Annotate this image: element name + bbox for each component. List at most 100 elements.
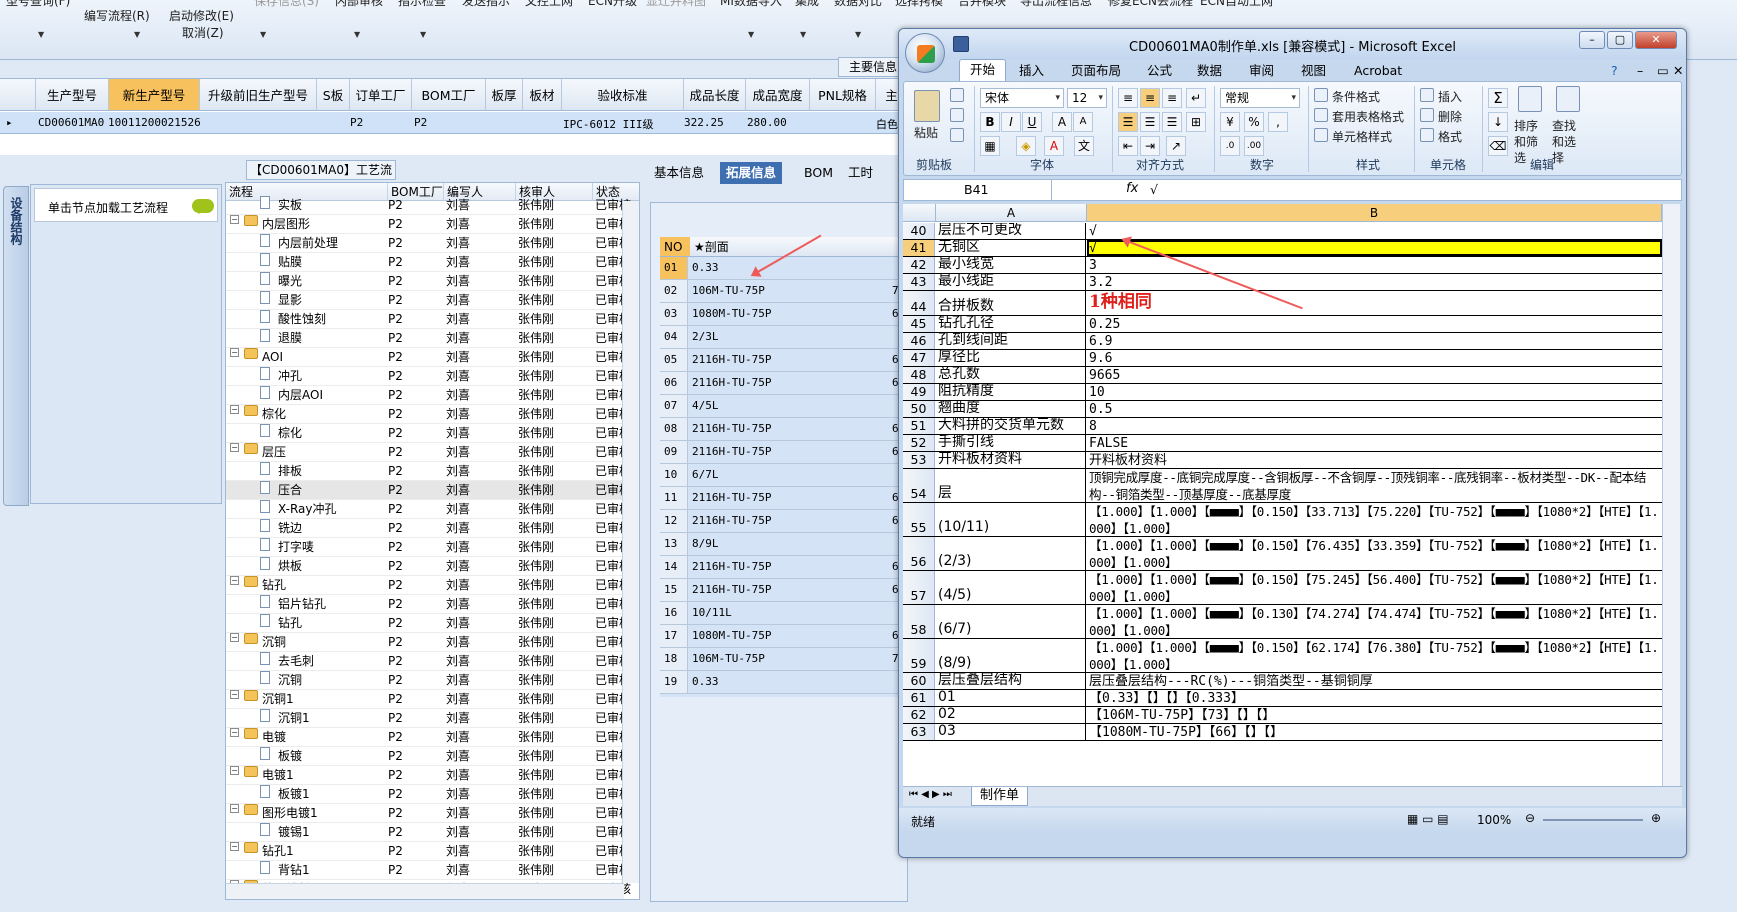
cell-b[interactable]: 9665 — [1087, 367, 1662, 383]
load-hint-box[interactable]: 单击节点加载工艺流程 — [34, 188, 218, 222]
collapse-toggle-icon[interactable]: − — [230, 443, 239, 452]
tab-extended-info[interactable]: 拓展信息 — [720, 162, 783, 184]
dropdown-arrow-icon[interactable]: ▼ — [748, 30, 754, 39]
write-flow-button[interactable]: 编写流程(R) — [84, 8, 150, 24]
ribbon-close-icon[interactable]: ✕ — [1673, 61, 1683, 81]
tab-home[interactable]: 开始 — [959, 59, 1007, 81]
clear-icon[interactable]: ⌫ — [1488, 136, 1508, 156]
view-mode-icon[interactable]: ▦ ▭ ▤ — [1407, 812, 1449, 826]
row-number[interactable]: 59 — [903, 639, 935, 672]
maximize-button[interactable]: ▢ — [1607, 31, 1633, 49]
profile-row[interactable]: 19 0.33 — [660, 671, 908, 694]
color-cell[interactable]: 白色 — [876, 116, 898, 132]
cell-b[interactable]: 9.6 — [1087, 350, 1662, 366]
tab-review[interactable]: 审阅 — [1249, 61, 1274, 81]
column-header[interactable]: 成品长度 — [684, 79, 746, 111]
tree-row[interactable]: 打字唛 P2 刘喜 张伟刚 已审核 — [226, 538, 631, 557]
tab-acrobat[interactable]: Acrobat — [1354, 61, 1402, 81]
collapse-toggle-icon[interactable]: − — [230, 690, 239, 699]
profile-row[interactable]: 05 2116H-TU-75P 6 — [660, 349, 908, 372]
row-number[interactable]: 49 — [903, 384, 935, 400]
cell-a[interactable]: 无铜区 — [936, 240, 1086, 256]
increase-indent-icon[interactable]: ⇥ — [1140, 136, 1160, 156]
row-number[interactable]: 53 — [903, 452, 935, 468]
cell-b[interactable]: 层压叠层结构---RC(%)---铜箔类型--基铜铜厚 — [1087, 673, 1662, 689]
cell-a[interactable]: 最小线宽 — [936, 257, 1086, 273]
cell-a[interactable]: (2/3) — [936, 537, 1086, 570]
dropdown-arrow-icon[interactable]: ▼ — [354, 30, 360, 39]
model-query-button[interactable]: 型号查询(F) — [6, 0, 70, 9]
tree-row[interactable]: 沉铜 P2 刘喜 张伟刚 已审核 — [226, 671, 631, 690]
tree-row[interactable]: 内层前处理 P2 刘喜 张伟刚 已审核 — [226, 234, 631, 253]
align-left-icon[interactable]: ☰ — [1118, 112, 1138, 132]
dropdown-arrow-icon[interactable]: ▼ — [855, 30, 861, 39]
tree-row[interactable]: − 钻孔1 P2 刘喜 张伟刚 已审核 — [226, 842, 631, 861]
profile-row[interactable]: 17 1080M-TU-75P 6 — [660, 625, 908, 648]
paste-icon[interactable] — [914, 90, 940, 122]
cell-a[interactable]: 钻孔孔径 — [936, 316, 1086, 332]
cell-a[interactable]: (4/5) — [936, 571, 1086, 604]
tree-row[interactable]: 内层AOI P2 刘喜 张伟刚 已审核 — [226, 386, 631, 405]
font-size-select[interactable]: 12 — [1067, 88, 1107, 108]
orientation-icon[interactable]: ↗ — [1166, 136, 1186, 156]
tree-row[interactable]: 棕化 P2 刘喜 张伟刚 已审核 — [226, 424, 631, 443]
paste-button[interactable]: 粘贴 — [914, 124, 938, 141]
dropdown-arrow-icon[interactable]: ▼ — [260, 30, 266, 39]
table-format-button[interactable]: 套用表格格式 — [1332, 108, 1404, 125]
format-painter-icon[interactable] — [950, 128, 964, 142]
cell-b[interactable]: 【1.000】【1.000】【■■■■】【0.150】【76.435】【33.3… — [1087, 537, 1662, 570]
collapse-toggle-icon[interactable]: − — [230, 633, 239, 642]
row-number[interactable]: 41 — [903, 240, 935, 256]
sheet-nav-icon[interactable]: ⏮ ◀ ▶ ⏭ — [909, 789, 952, 800]
device-structure-tab[interactable]: 设备结构 — [3, 186, 29, 506]
dropdown-arrow-icon[interactable]: ▼ — [800, 30, 806, 39]
ecn-auto-online-button[interactable]: ECN自动上网 — [1200, 0, 1273, 9]
cell-b[interactable]: 1种相同 — [1087, 291, 1662, 315]
align-top-icon[interactable]: ≡ — [1118, 88, 1138, 108]
grid-header-no[interactable]: NO — [660, 237, 690, 257]
cell-a[interactable]: 厚径比 — [936, 350, 1086, 366]
row-number[interactable]: 45 — [903, 316, 935, 332]
tree-row[interactable]: X-Ray冲孔 P2 刘喜 张伟刚 已审核 — [226, 500, 631, 519]
doc-online-button[interactable]: 文控上网 — [525, 0, 573, 9]
tree-row[interactable]: − 钻孔 P2 刘喜 张伟刚 已审核 — [226, 576, 631, 595]
new-prod-cell[interactable]: 10011200021526 — [108, 116, 201, 129]
format-cells-button[interactable]: 格式 — [1438, 128, 1462, 145]
ecn-upgrade-button[interactable]: ECN升级 — [588, 0, 637, 9]
cell-a[interactable]: 01 — [936, 690, 1086, 706]
cell-a[interactable]: (8/9) — [936, 639, 1086, 672]
autosum-icon[interactable]: Σ — [1488, 88, 1508, 108]
profile-row[interactable]: 16 10/11L — [660, 602, 908, 625]
tree-row[interactable]: − AOI P2 刘喜 张伟刚 已审核 — [226, 348, 631, 367]
font-name-select[interactable]: 宋体 — [980, 88, 1064, 108]
tree-row[interactable]: 烘板 P2 刘喜 张伟刚 已审核 — [226, 557, 631, 576]
start-modify-button[interactable]: 启动修改(E) — [169, 8, 234, 24]
profile-row[interactable]: 02 106M-TU-75P 7 — [660, 280, 908, 303]
tab-page-layout[interactable]: 页面布局 — [1071, 61, 1121, 81]
row-number[interactable]: 61 — [903, 690, 935, 706]
zoom-in-icon[interactable]: ⊕ — [1651, 811, 1661, 825]
column-header[interactable]: PNL规格 — [810, 79, 876, 111]
row-number[interactable]: 60 — [903, 673, 935, 689]
align-center-icon[interactable]: ☰ — [1140, 112, 1160, 132]
cell-a[interactable]: 总孔数 — [936, 367, 1086, 383]
find-select-button[interactable]: 查找和选择 — [1552, 118, 1586, 166]
save-icon[interactable] — [953, 36, 969, 52]
tree-vertical-scrollbar[interactable] — [622, 201, 639, 883]
tab-bom[interactable]: BOM — [798, 162, 839, 184]
tab-insert[interactable]: 插入 — [1019, 61, 1044, 81]
copy-icon[interactable] — [950, 108, 964, 122]
profile-row[interactable]: 11 2116H-TU-75P 6 — [660, 487, 908, 510]
insert-cells-button[interactable]: 插入 — [1438, 88, 1462, 105]
cell-a[interactable]: 最小线距 — [936, 274, 1086, 290]
cell-a[interactable]: 阻抗精度 — [936, 384, 1086, 400]
cell-a[interactable]: 02 — [936, 707, 1086, 723]
tree-row[interactable]: − 电镀 P2 刘喜 张伟刚 已审核 — [226, 728, 631, 747]
cell-a[interactable]: 大料拼的交货单元数 — [936, 418, 1086, 434]
zoom-slider[interactable] — [1543, 819, 1643, 821]
close-button[interactable]: ✕ — [1635, 31, 1677, 49]
cell-b[interactable]: 【1.000】【1.000】【■■■■】【0.150】【33.713】【75.2… — [1087, 503, 1662, 536]
zoom-out-icon[interactable]: ⊖ — [1525, 811, 1535, 825]
tab-view[interactable]: 视图 — [1301, 61, 1326, 81]
cell-b[interactable]: 【1.000】【1.000】【■■■■】【0.150】【62.174】【76.3… — [1087, 639, 1662, 672]
